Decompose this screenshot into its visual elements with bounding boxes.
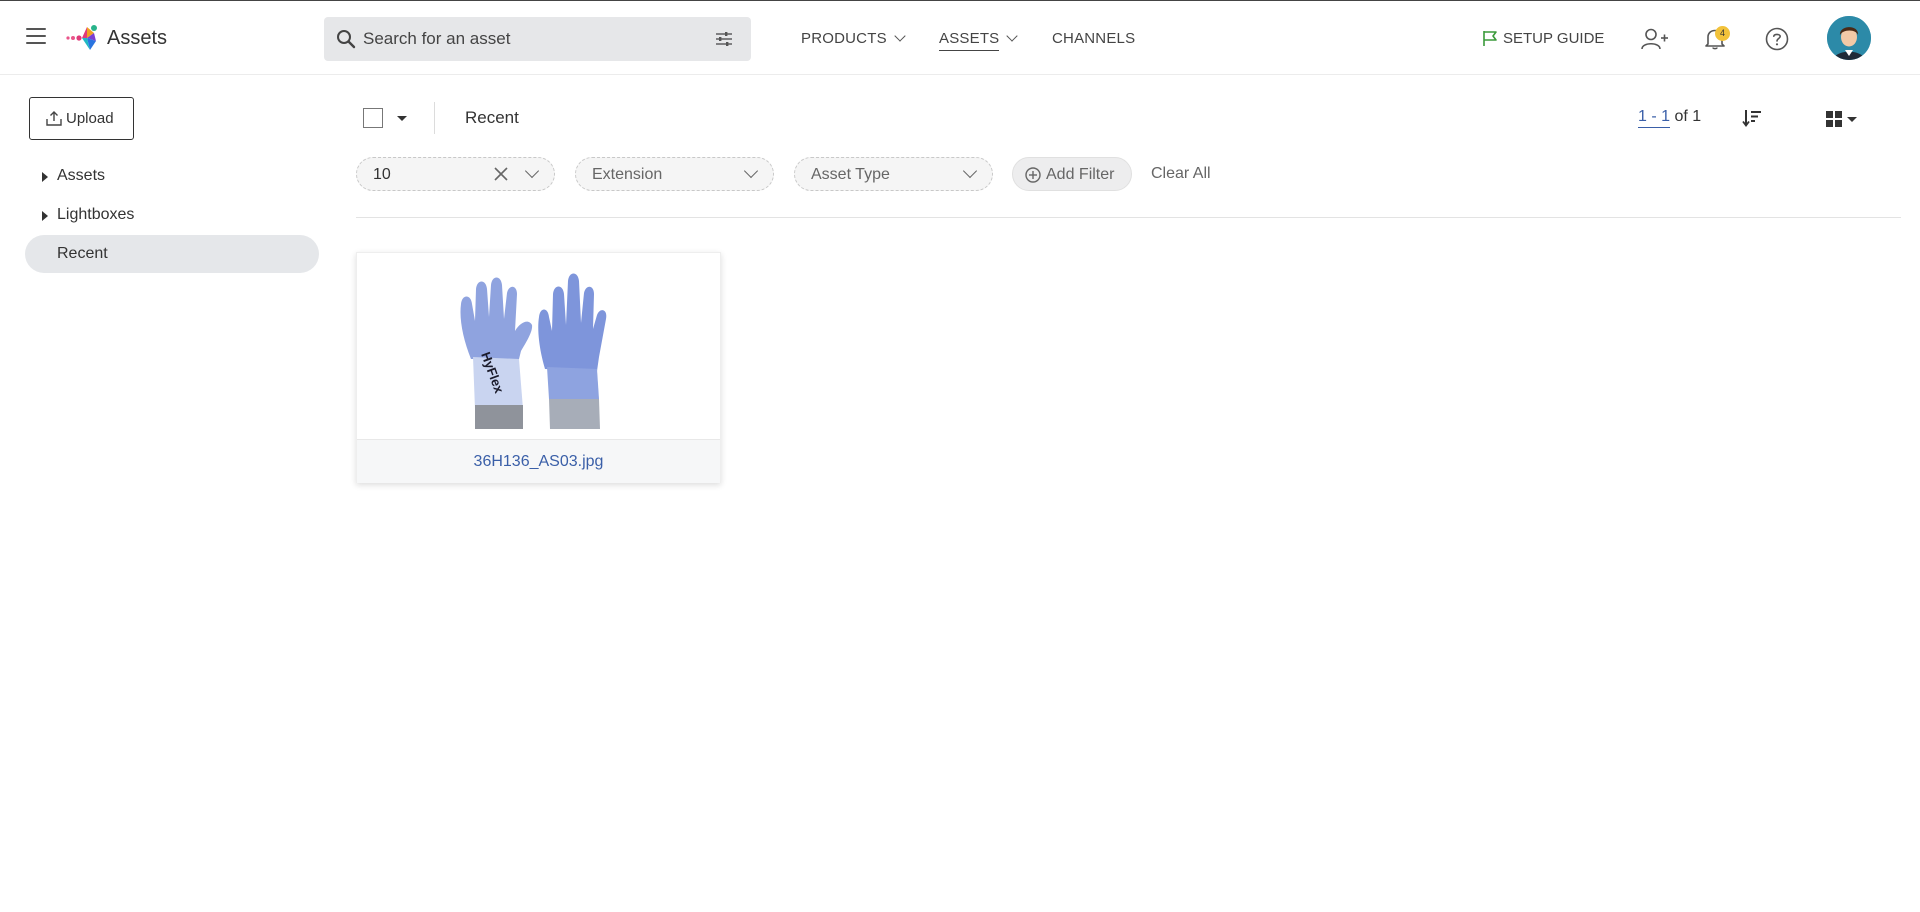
expand-arrow-icon[interactable]: [42, 172, 48, 182]
setup-guide-link[interactable]: SETUP GUIDE: [1482, 30, 1604, 47]
sidebar-item-lightboxes[interactable]: Lightboxes: [25, 196, 319, 234]
nav-products-label: PRODUCTS: [801, 30, 887, 47]
setup-guide-label: SETUP GUIDE: [1503, 30, 1605, 47]
nav-products[interactable]: PRODUCTS: [801, 30, 906, 47]
add-user-icon[interactable]: [1641, 28, 1669, 50]
expand-arrow-icon[interactable]: [42, 211, 48, 221]
filter-chip-label: Extension: [592, 166, 663, 183]
sidebar-item-label: Recent: [57, 245, 108, 262]
chevron-down-icon[interactable]: [743, 163, 759, 179]
add-filter-button[interactable]: Add Filter: [1012, 157, 1132, 191]
search-icon[interactable]: [336, 29, 356, 49]
logo-icon: [66, 25, 97, 50]
app-title: Assets: [107, 27, 168, 49]
breadcrumb: Recent: [465, 108, 519, 127]
pagination-info: 1 - 1 of 1: [1638, 108, 1702, 128]
filter-chip-count[interactable]: 10: [356, 157, 555, 191]
view-options-caret-icon[interactable]: [1847, 117, 1857, 122]
nav-assets-label: ASSETS: [939, 30, 1000, 51]
filter-chip-label: 10: [373, 166, 391, 183]
grid-view-icon[interactable]: [1826, 111, 1842, 127]
chevron-down-icon[interactable]: [524, 163, 540, 179]
avatar[interactable]: [1827, 16, 1871, 60]
nav-assets[interactable]: ASSETS: [939, 30, 1019, 51]
asset-card[interactable]: HyFlex 36H136_AS03.jpg: [356, 252, 721, 483]
search-bar: [324, 17, 751, 61]
search-input[interactable]: [363, 17, 703, 61]
pagination-range[interactable]: 1 - 1: [1638, 108, 1671, 128]
content-divider: [356, 217, 1901, 218]
toolbar-divider: [434, 102, 435, 134]
upload-button[interactable]: Upload: [29, 97, 134, 140]
chevron-down-icon: [894, 30, 906, 42]
add-filter-label: Add Filter: [1046, 166, 1115, 183]
top-header: Assets PRODUCTS ASSETS CHANNELS SETUP GU…: [0, 1, 1920, 75]
menu-icon[interactable]: [26, 28, 46, 44]
nav-channels[interactable]: CHANNELS: [1052, 30, 1135, 47]
help-icon[interactable]: [1765, 27, 1789, 51]
select-options-caret-icon[interactable]: [397, 116, 407, 121]
chevron-down-icon: [1006, 30, 1019, 42]
asset-thumbnail: HyFlex: [449, 259, 627, 435]
clear-icon[interactable]: [494, 167, 508, 181]
flag-icon: [1483, 31, 1497, 46]
plus-circle-icon: [1025, 167, 1041, 183]
upload-label: Upload: [66, 110, 114, 127]
filter-chip-label: Asset Type: [811, 166, 890, 183]
pagination-total: of 1: [1674, 108, 1702, 125]
sidebar-item-assets[interactable]: Assets: [25, 157, 319, 195]
select-all-checkbox[interactable]: [363, 108, 383, 128]
asset-card-footer: 36H136_AS03.jpg: [357, 439, 720, 483]
sort-icon[interactable]: [1742, 108, 1762, 128]
chevron-down-icon[interactable]: [962, 163, 978, 179]
filter-chip-asset-type[interactable]: Asset Type: [794, 157, 993, 191]
clear-all-link[interactable]: Clear All: [1151, 165, 1211, 183]
sidebar-item-label: Lightboxes: [57, 206, 135, 223]
sidebar-item-label: Assets: [57, 167, 106, 184]
nav-channels-label: CHANNELS: [1052, 30, 1136, 47]
filter-chip-extension[interactable]: Extension: [575, 157, 774, 191]
asset-filename[interactable]: 36H136_AS03.jpg: [474, 453, 604, 471]
upload-icon: [46, 111, 62, 126]
tune-icon[interactable]: [715, 31, 733, 47]
notification-badge: 4: [1715, 26, 1730, 41]
sidebar-item-recent[interactable]: Recent: [25, 235, 319, 273]
